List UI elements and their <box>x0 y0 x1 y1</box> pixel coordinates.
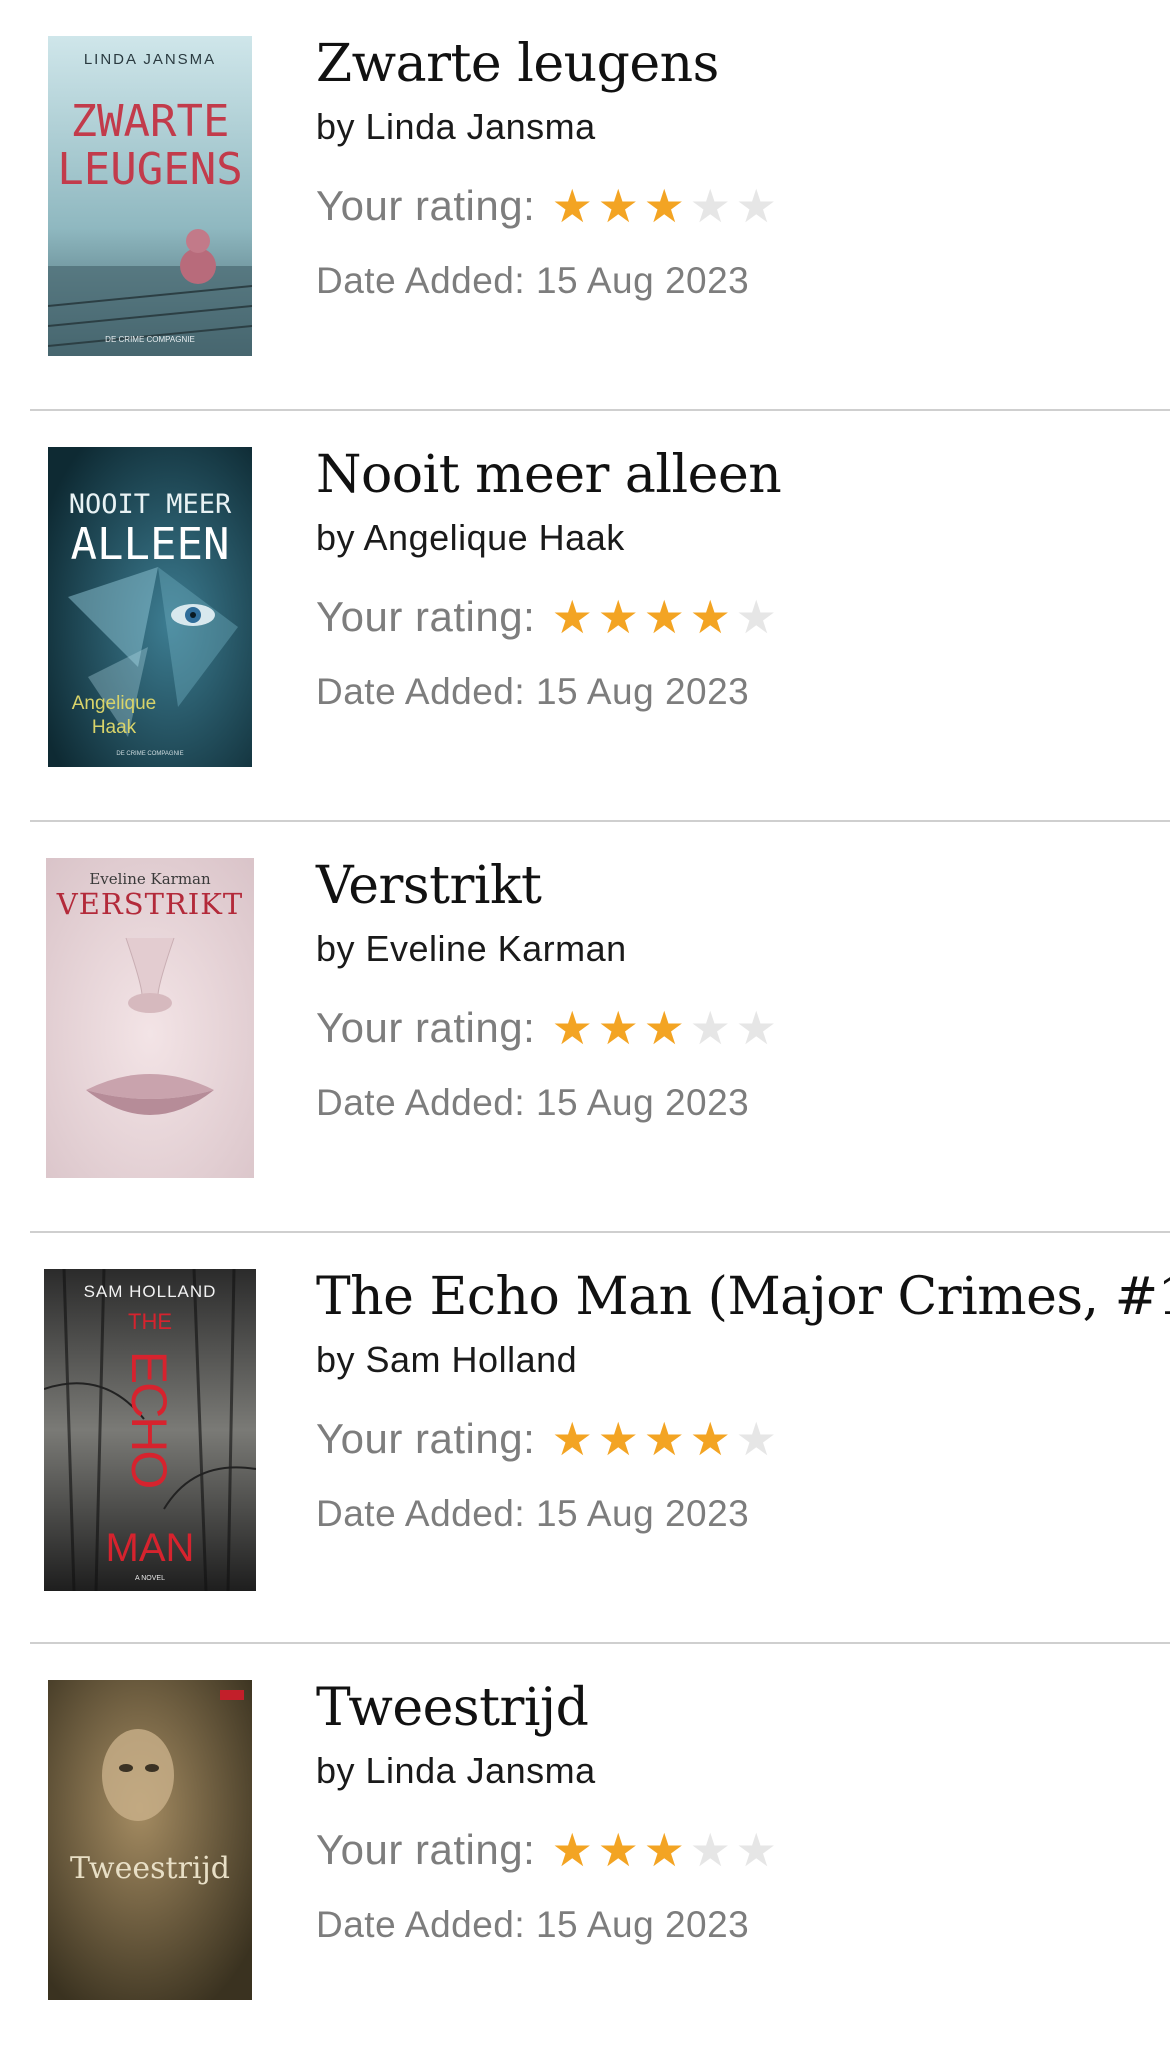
book-cover[interactable]: Tweestrijd <box>48 1680 252 2000</box>
book-cover[interactable]: SAM HOLLAND THE ECHO MAN A NOVEL <box>44 1269 256 1591</box>
cover-subtitle: A NOVEL <box>135 1575 165 1582</box>
star-empty-icon[interactable]: ★ <box>733 1414 779 1464</box>
cover-author: SAM HOLLAND <box>84 1282 217 1301</box>
book-info: Verstrikt by Eveline Karman Your rating:… <box>316 852 1150 1128</box>
rating-row: Your rating: ★ ★ ★ ★ ★ <box>316 176 1150 236</box>
cover-title-line: MAN <box>106 1526 195 1570</box>
book-author[interactable]: by Angelique Haak <box>316 513 1150 563</box>
book-title[interactable]: Verstrikt <box>316 852 1150 920</box>
star-empty-icon[interactable]: ★ <box>733 181 779 231</box>
rating-label: Your rating: <box>316 593 536 640</box>
cover-title-line: Tweestrijd <box>70 1851 230 1886</box>
star-empty-icon[interactable]: ★ <box>687 1825 733 1875</box>
book-info: Zwarte leugens by Linda Jansma Your rati… <box>316 30 1150 306</box>
star-filled-icon[interactable]: ★ <box>595 1414 641 1464</box>
cover-publisher: DE CRIME COMPAGNIE <box>116 751 183 757</box>
cover-publisher: DE CRIME COMPAGNIE <box>105 335 195 344</box>
star-filled-icon[interactable]: ★ <box>641 1825 687 1875</box>
cover-art: NOOIT MEER ALLEEN Angelique Haak DE CRIM… <box>48 447 252 767</box>
cover-title-line: NOOIT MEER <box>69 489 232 520</box>
star-filled-icon[interactable]: ★ <box>641 181 687 231</box>
book-title[interactable]: The Echo Man (Major Crimes, #1) <box>316 1263 1170 1331</box>
rating-row: Your rating: ★ ★ ★ ★ ★ <box>316 1409 1150 1469</box>
cover-author-line: Haak <box>92 717 137 738</box>
star-filled-icon[interactable]: ★ <box>595 592 641 642</box>
cover-title-line: ZWARTE <box>71 96 230 147</box>
star-rating[interactable]: ★ ★ ★ ★ ★ <box>549 1003 779 1053</box>
date-added: Date Added: 15 Aug 2023 <box>316 1904 750 1945</box>
date-added: Date Added: 15 Aug 2023 <box>316 1082 750 1123</box>
rating-row: Your rating: ★ ★ ★ ★ ★ <box>316 1820 1150 1880</box>
cover-author-line: Angelique <box>72 693 157 714</box>
star-rating[interactable]: ★ ★ ★ ★ ★ <box>549 1414 779 1464</box>
star-filled-icon[interactable]: ★ <box>641 592 687 642</box>
star-empty-icon[interactable]: ★ <box>687 181 733 231</box>
book-row[interactable]: Eveline Karman VERSTRIKT Verstrikt by Ev… <box>0 822 1170 1233</box>
book-author[interactable]: by Linda Jansma <box>316 102 1150 152</box>
star-filled-icon[interactable]: ★ <box>687 592 733 642</box>
cover-title-line: LEUGENS <box>57 144 242 195</box>
date-added: Date Added: 15 Aug 2023 <box>316 1493 750 1534</box>
star-filled-icon[interactable]: ★ <box>549 592 595 642</box>
book-info: Tweestrijd by Linda Jansma Your rating: … <box>316 1674 1150 1950</box>
star-filled-icon[interactable]: ★ <box>549 181 595 231</box>
star-filled-icon[interactable]: ★ <box>641 1003 687 1053</box>
date-added: Date Added: 15 Aug 2023 <box>316 260 750 301</box>
cover-title-line: THE <box>128 1309 172 1334</box>
rating-row: Your rating: ★ ★ ★ ★ ★ <box>316 998 1150 1058</box>
cover-art: SAM HOLLAND THE ECHO MAN A NOVEL <box>44 1269 256 1591</box>
rating-label: Your rating: <box>316 182 536 229</box>
rating-label: Your rating: <box>316 1826 536 1873</box>
star-empty-icon[interactable]: ★ <box>733 1825 779 1875</box>
cover-author: LINDA JANSMA <box>84 51 216 68</box>
book-title[interactable]: Nooit meer alleen <box>316 441 1150 509</box>
star-filled-icon[interactable]: ★ <box>595 1825 641 1875</box>
star-rating[interactable]: ★ ★ ★ ★ ★ <box>549 592 779 642</box>
rating-row: Your rating: ★ ★ ★ ★ ★ <box>316 587 1150 647</box>
rating-label: Your rating: <box>316 1004 536 1051</box>
book-row[interactable]: LINDA JANSMA ZWARTE LEUGENS DE CRIME COM… <box>0 0 1170 411</box>
cover-art: LINDA JANSMA ZWARTE LEUGENS DE CRIME COM… <box>48 36 252 356</box>
star-filled-icon[interactable]: ★ <box>549 1003 595 1053</box>
star-empty-icon[interactable]: ★ <box>733 1003 779 1053</box>
book-author[interactable]: by Sam Holland <box>316 1335 1150 1385</box>
star-empty-icon[interactable]: ★ <box>733 592 779 642</box>
star-empty-icon[interactable]: ★ <box>687 1003 733 1053</box>
cover-art: Eveline Karman VERSTRIKT <box>46 858 254 1178</box>
book-info: Nooit meer alleen by Angelique Haak Your… <box>316 441 1150 717</box>
book-info: The Echo Man (Major Crimes, #1) by Sam H… <box>316 1263 1170 1539</box>
star-rating[interactable]: ★ ★ ★ ★ ★ <box>549 1825 779 1875</box>
book-author[interactable]: by Linda Jansma <box>316 1746 1150 1796</box>
book-title[interactable]: Tweestrijd <box>316 1674 1150 1742</box>
cover-title-line: VERSTRIKT <box>56 887 243 921</box>
star-filled-icon[interactable]: ★ <box>549 1414 595 1464</box>
star-rating[interactable]: ★ ★ ★ ★ ★ <box>549 181 779 231</box>
star-filled-icon[interactable]: ★ <box>641 1414 687 1464</box>
book-row[interactable]: SAM HOLLAND THE ECHO MAN A NOVEL The Ech… <box>0 1233 1170 1644</box>
book-cover[interactable]: LINDA JANSMA ZWARTE LEUGENS DE CRIME COM… <box>48 36 252 356</box>
cover-title-line: ALLEEN <box>71 519 230 570</box>
book-author[interactable]: by Eveline Karman <box>316 924 1150 974</box>
date-added: Date Added: 15 Aug 2023 <box>316 671 750 712</box>
star-filled-icon[interactable]: ★ <box>687 1414 733 1464</box>
book-cover[interactable]: NOOIT MEER ALLEEN Angelique Haak DE CRIM… <box>48 447 252 767</box>
book-list: LINDA JANSMA ZWARTE LEUGENS DE CRIME COM… <box>0 0 1170 2055</box>
book-row[interactable]: Tweestrijd Tweestrijd by Linda Jansma Yo… <box>0 1644 1170 2055</box>
cover-author: Eveline Karman <box>89 870 211 888</box>
book-cover[interactable]: Eveline Karman VERSTRIKT <box>46 858 254 1178</box>
cover-art: Tweestrijd <box>48 1680 252 2000</box>
cover-title-line: ECHO <box>121 1351 177 1488</box>
star-filled-icon[interactable]: ★ <box>595 181 641 231</box>
book-row[interactable]: NOOIT MEER ALLEEN Angelique Haak DE CRIM… <box>0 411 1170 822</box>
book-title[interactable]: Zwarte leugens <box>316 30 1150 98</box>
rating-label: Your rating: <box>316 1415 536 1462</box>
star-filled-icon[interactable]: ★ <box>595 1003 641 1053</box>
star-filled-icon[interactable]: ★ <box>549 1825 595 1875</box>
